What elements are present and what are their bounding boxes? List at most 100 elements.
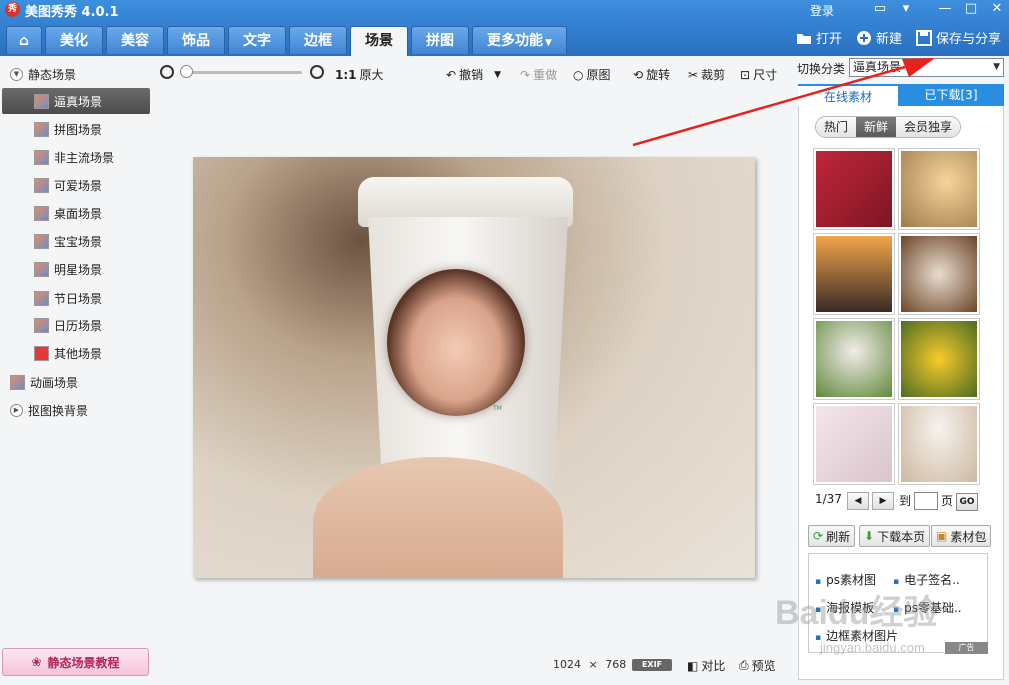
preview-label: 预览 bbox=[751, 659, 776, 673]
cutout-section[interactable]: ▶ 抠图换背景 bbox=[10, 402, 88, 419]
download-page-button[interactable]: ⬇ 下载本页 bbox=[859, 525, 931, 547]
scene-thumb-icon bbox=[34, 177, 49, 193]
filter-hot[interactable]: 热门 bbox=[816, 117, 857, 137]
login-link[interactable]: 登录 bbox=[810, 2, 834, 19]
save-disk-icon bbox=[915, 29, 932, 46]
image-height: 768 bbox=[605, 658, 627, 671]
tutorial-button[interactable]: ❀ 静态场景教程 bbox=[2, 648, 149, 676]
image-width: 1024 bbox=[553, 658, 581, 671]
scene-thumb-icon bbox=[34, 261, 49, 277]
filter-new[interactable]: 新鲜 bbox=[856, 117, 897, 137]
go-button[interactable]: GO bbox=[956, 493, 978, 511]
original-button[interactable]: ○ 原图 bbox=[573, 66, 611, 83]
image-canvas[interactable]: TM bbox=[193, 157, 755, 578]
crop-label: 裁剪 bbox=[701, 68, 726, 82]
tab-more[interactable]: 更多功能 ▼ bbox=[472, 26, 567, 54]
zoom-slider-handle[interactable] bbox=[180, 65, 193, 78]
tab-more-label: 更多功能 bbox=[487, 33, 543, 49]
title-bar: 秀 美图秀秀 4.0.1 登录 ▭ ▾ — □ ✕ ⌂ 美化 美容 饰品 文字 … bbox=[0, 0, 1009, 56]
exif-button[interactable]: EXIF bbox=[632, 659, 672, 671]
sidebar-item-desktop[interactable]: 桌面场景 bbox=[34, 200, 102, 226]
tab-online-materials[interactable]: 在线素材 bbox=[798, 84, 898, 106]
sidebar-item-alternative[interactable]: 非主流场景 bbox=[34, 144, 114, 170]
sidebar-item-label: 桌面场景 bbox=[54, 206, 103, 221]
material-thumb[interactable] bbox=[813, 403, 895, 485]
material-thumb[interactable] bbox=[813, 148, 895, 230]
minimize-icon[interactable]: — bbox=[935, 0, 955, 18]
page-number-input[interactable] bbox=[914, 492, 938, 510]
download-icon: ⬇ bbox=[864, 529, 875, 543]
tab-beautify[interactable]: 美化 bbox=[45, 26, 103, 54]
sidebar-item-label: 节日场景 bbox=[54, 291, 103, 306]
next-page-button[interactable]: ▶ bbox=[872, 492, 894, 510]
filter-vip[interactable]: 会员独享 bbox=[896, 117, 961, 137]
material-thumb[interactable] bbox=[898, 403, 980, 485]
animated-scene-icon bbox=[10, 375, 25, 390]
home-icon: ⌂ bbox=[18, 33, 30, 49]
ad-tag[interactable]: 广告 bbox=[945, 642, 988, 654]
compare-button[interactable]: ◧ 对比 bbox=[687, 657, 725, 674]
sidebar-item-collage[interactable]: 拼图场景 bbox=[34, 116, 102, 142]
refresh-button[interactable]: ⟳ 刷新 bbox=[808, 525, 856, 547]
resize-label: 尺寸 bbox=[753, 68, 778, 82]
material-thumb[interactable] bbox=[898, 148, 980, 230]
animated-scene-label: 动画场景 bbox=[30, 376, 79, 390]
sidebar-item-label: 可爱场景 bbox=[54, 178, 103, 193]
sidebar-item-celebrity[interactable]: 明星场景 bbox=[34, 256, 102, 282]
scene-thumb-icon bbox=[34, 149, 49, 165]
animated-scene-section[interactable]: 动画场景 bbox=[10, 374, 78, 391]
prev-page-button[interactable]: ◀ bbox=[847, 492, 869, 510]
undo-button[interactable]: ↶ 撤销 ▼ bbox=[446, 66, 501, 83]
save-share-label: 保存与分享 bbox=[935, 32, 1001, 47]
maximize-icon[interactable]: □ bbox=[961, 0, 981, 18]
open-button[interactable]: 打开 bbox=[796, 28, 842, 47]
feedback-icon[interactable]: ▭ bbox=[870, 0, 890, 18]
sidebar-item-holiday[interactable]: 节日场景 bbox=[34, 285, 102, 311]
sidebar-item-calendar[interactable]: 日历场景 bbox=[34, 312, 102, 338]
tab-collage[interactable]: 拼图 bbox=[411, 26, 469, 54]
material-thumb[interactable] bbox=[813, 233, 895, 315]
zoom-in-icon[interactable] bbox=[310, 65, 324, 79]
watermark-logo: Baidu经验 bbox=[775, 594, 938, 632]
rotate-button[interactable]: ⟲ 旋转 bbox=[633, 66, 670, 83]
sidebar-item-cute[interactable]: 可爱场景 bbox=[34, 172, 102, 198]
tab-text[interactable]: 文字 bbox=[228, 26, 286, 54]
watermark-url: jingyan.baidu.com bbox=[820, 640, 925, 655]
scissors-icon: ✂ bbox=[688, 67, 699, 82]
tab-accessories[interactable]: 饰品 bbox=[167, 26, 225, 54]
tab-scene[interactable]: 场景 bbox=[350, 26, 408, 56]
resize-button[interactable]: ⊡ 尺寸 bbox=[740, 66, 777, 83]
zoom-out-icon[interactable] bbox=[160, 65, 174, 79]
material-tabs: 在线素材 已下载[3] bbox=[798, 84, 1004, 106]
main-tabs: ⌂ 美化 美容 饰品 文字 边框 场景 拼图 更多功能 ▼ bbox=[6, 26, 570, 56]
actual-size-button[interactable]: 1:1 原大 bbox=[335, 66, 384, 83]
sidebar-item-other[interactable]: 其他场景 bbox=[34, 340, 102, 366]
material-thumb[interactable] bbox=[898, 233, 980, 315]
save-share-button[interactable]: 保存与分享 bbox=[915, 28, 1001, 47]
tab-downloaded[interactable]: 已下载[3] bbox=[898, 84, 1004, 106]
static-scene-section[interactable]: ▼ 静态场景 bbox=[10, 66, 76, 83]
tab-makeup[interactable]: 美容 bbox=[106, 26, 164, 54]
new-button[interactable]: 新建 bbox=[856, 28, 902, 47]
times-sign: × bbox=[588, 658, 598, 671]
material-package-button[interactable]: ▣ 素材包 bbox=[931, 525, 992, 547]
close-icon[interactable]: ✕ bbox=[987, 0, 1007, 18]
crop-button[interactable]: ✂ 裁剪 bbox=[688, 66, 725, 83]
sidebar-item-realistic[interactable]: 逼真场景 bbox=[2, 88, 150, 114]
undo-dropdown-icon[interactable]: ▼ bbox=[494, 70, 501, 80]
tab-frame[interactable]: 边框 bbox=[289, 26, 347, 54]
category-select[interactable]: 逼真场景 bbox=[849, 58, 1004, 77]
material-thumb[interactable] bbox=[898, 318, 980, 400]
scene-thumb-icon bbox=[34, 93, 49, 109]
tab-home[interactable]: ⌂ bbox=[6, 26, 42, 54]
material-thumb[interactable] bbox=[813, 318, 895, 400]
menu-icon[interactable]: ▾ bbox=[896, 0, 916, 18]
preview-button[interactable]: ⎙ 预览 bbox=[739, 657, 776, 674]
redo-button[interactable]: ↷ 重做 bbox=[520, 66, 557, 83]
zoom-slider[interactable] bbox=[180, 71, 302, 74]
scene-thumb-icon bbox=[34, 233, 49, 249]
category-label: 切换分类 bbox=[797, 62, 846, 76]
sidebar-item-baby[interactable]: 宝宝场景 bbox=[34, 228, 102, 254]
sidebar-item-label: 日历场景 bbox=[54, 318, 103, 333]
preview-icon: ⎙ bbox=[739, 658, 749, 672]
